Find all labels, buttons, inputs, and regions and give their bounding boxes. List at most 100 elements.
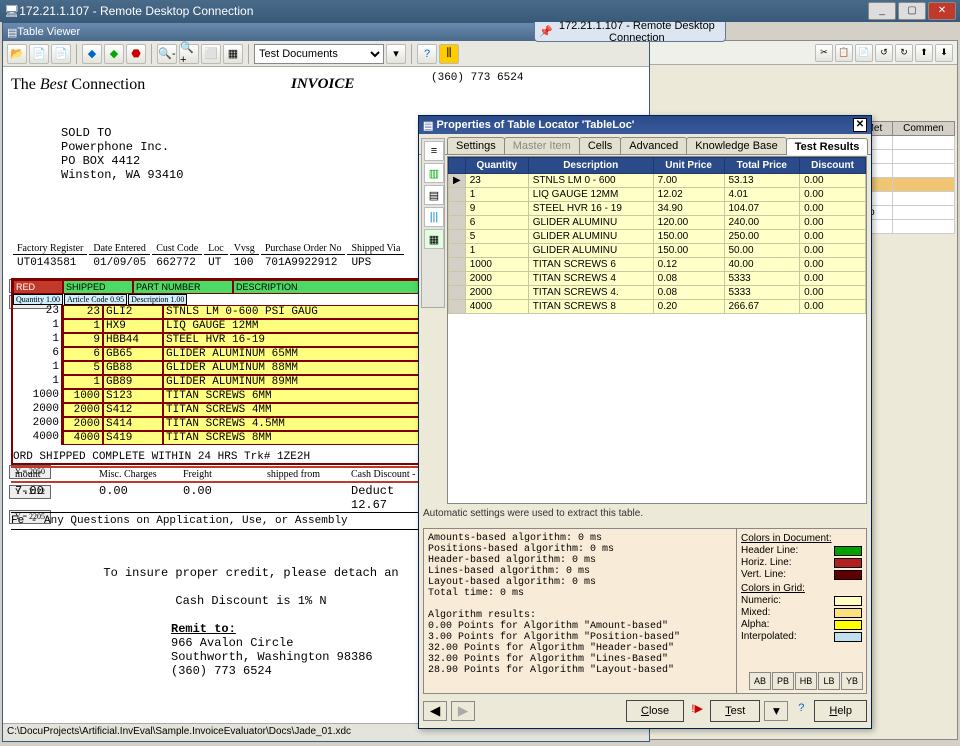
result-row[interactable]: 1000TITAN SCREWS 60.1240.000.00 xyxy=(449,258,866,272)
auto-settings-msg: Automatic settings were used to extract … xyxy=(423,508,867,526)
dialog-button-row: ◀ ▶ Close !▶ Test ▾ ? Help xyxy=(423,698,867,724)
open-icon[interactable]: 📂 xyxy=(7,44,27,64)
invoice-row: 40004000S419TITAN SCREWS 8MM xyxy=(13,431,429,445)
col-header[interactable]: Commen xyxy=(892,122,954,136)
table-viewer-toolbar: 📂 📄 📄 ◆ ◆ ⬣ 🔍- 🔍+ ⬜ ▦ Test Documents ▾ ?… xyxy=(3,41,649,67)
tab-knowledge-base[interactable]: Knowledge Base xyxy=(686,137,787,154)
result-row[interactable]: 1LIQ GAUGE 12MM12.024.010.00 xyxy=(449,188,866,202)
algo-mini-btn[interactable]: PB xyxy=(772,672,794,690)
prev-button[interactable]: ◀ xyxy=(423,701,447,721)
tool-icon[interactable]: ⬆ xyxy=(915,44,933,62)
tool-icon[interactable]: 📄 xyxy=(855,44,873,62)
properties-tabs: SettingsMaster ItemCellsAdvancedKnowledg… xyxy=(419,134,871,155)
minimize-button[interactable]: _ xyxy=(868,2,896,20)
result-row[interactable]: 2000TITAN SCREWS 4.0.0853330.00 xyxy=(449,286,866,300)
result-col[interactable]: Discount xyxy=(800,158,866,174)
field-header: Factory Register xyxy=(13,243,87,255)
vtool-icon[interactable]: ||| xyxy=(424,207,444,227)
vtool-icon[interactable]: ≡ xyxy=(424,141,444,161)
tool-icon[interactable]: ✂ xyxy=(815,44,833,62)
top-phone: (360) 773 6524 xyxy=(431,72,523,84)
result-row[interactable]: ▶23STNLS LM 0 - 6007.0053.130.00 xyxy=(449,174,866,188)
legend-row: Vert. Line: xyxy=(741,569,862,580)
field-value: UPS xyxy=(347,257,404,269)
field-header: Cust Code xyxy=(152,243,202,255)
outer-title: 172.21.1.107 - Remote Desktop Connection xyxy=(19,4,253,18)
table-viewer-title: Table Viewer xyxy=(17,26,80,38)
results-table: QuantityDescriptionUnit PriceTotal Price… xyxy=(448,157,866,314)
result-col[interactable]: Unit Price xyxy=(653,158,724,174)
legend-row: Header Line: xyxy=(741,545,862,556)
result-row[interactable]: 5GLIDER ALUMINU150.00250.000.00 xyxy=(449,230,866,244)
stop-icon[interactable]: ⬣ xyxy=(126,44,146,64)
help-button[interactable]: Help xyxy=(814,700,867,722)
dialog-close-button[interactable]: ✕ xyxy=(853,118,867,132)
field-header: Date Entered xyxy=(89,243,150,255)
test-dropdown[interactable]: ▾ xyxy=(764,701,788,721)
close-button[interactable]: Close xyxy=(626,700,684,722)
invoice-row: 10001000S123TITAN SCREWS 6MM xyxy=(13,389,429,403)
algo-mini-btn[interactable]: YB xyxy=(841,672,863,690)
help-icon[interactable]: ? xyxy=(417,44,437,64)
bars-icon[interactable]: ⫼ xyxy=(439,44,459,64)
result-row[interactable]: 1GLIDER ALUMINU150.0050.000.00 xyxy=(449,244,866,258)
result-row[interactable]: 2000TITAN SCREWS 40.0853330.00 xyxy=(449,272,866,286)
doc-icon[interactable]: 📄 xyxy=(51,44,71,64)
tool-icon[interactable]: 📋 xyxy=(835,44,853,62)
color-icon[interactable]: ◆ xyxy=(104,44,124,64)
close-button[interactable]: ✕ xyxy=(928,2,956,20)
properties-title: Properties of Table Locator 'TableLoc' xyxy=(436,119,634,131)
results-table-wrap[interactable]: QuantityDescriptionUnit PriceTotal Price… xyxy=(447,156,867,504)
vtool-icon[interactable]: ▥ xyxy=(424,163,444,183)
zoom-in-icon[interactable]: 🔍+ xyxy=(179,44,199,64)
pin-icon[interactable]: 📌 xyxy=(539,25,553,38)
tab-master-item[interactable]: Master Item xyxy=(504,137,580,154)
rdp-connection-bar[interactable]: 📌 172.21.1.107 - Remote Desktop Connecti… xyxy=(534,22,726,42)
invoice-header: INVOICE xyxy=(291,76,354,93)
field-header: Shipped Via xyxy=(347,243,404,255)
vtool-icon[interactable]: ▦ xyxy=(424,229,444,249)
dropdown-btn[interactable]: ▾ xyxy=(386,44,406,64)
tab-cells[interactable]: Cells xyxy=(579,137,621,154)
tool-icon[interactable]: ⬇ xyxy=(935,44,953,62)
algo-mini-btn[interactable]: AB xyxy=(749,672,771,690)
tool-icon[interactable]: ↺ xyxy=(875,44,893,62)
help-icon: ? xyxy=(792,702,810,720)
result-row[interactable]: 4000TITAN SCREWS 80.20266.670.00 xyxy=(449,300,866,314)
legend-row: Numeric: xyxy=(741,595,862,606)
algo-mini-btn[interactable]: HB xyxy=(795,672,817,690)
rdp-icon: 🖥 xyxy=(4,4,19,18)
grid-icon[interactable]: ▦ xyxy=(223,44,243,64)
result-row[interactable]: 6GLIDER ALUMINU120.00240.000.00 xyxy=(449,216,866,230)
invoice-grid: RED SHIPPED PART NUMBER DESCRIPTION Quan… xyxy=(11,278,431,465)
result-col[interactable]: Quantity xyxy=(465,158,528,174)
tool-icon[interactable]: ↻ xyxy=(895,44,913,62)
zoom-out-icon[interactable]: 🔍- xyxy=(157,44,177,64)
result-col[interactable]: Total Price xyxy=(724,158,800,174)
test-button[interactable]: Test xyxy=(710,700,760,722)
tab-test-results[interactable]: Test Results xyxy=(786,138,869,155)
fit-icon[interactable]: ⬜ xyxy=(201,44,221,64)
properties-titlebar[interactable]: ▤ Properties of Table Locator 'TableLoc'… xyxy=(419,116,871,134)
field-value: 100 xyxy=(230,257,259,269)
algo-mini-btn[interactable]: LB xyxy=(818,672,840,690)
color-icon[interactable]: ◆ xyxy=(82,44,102,64)
outer-titlebar: 🖥 172.21.1.107 - Remote Desktop Connecti… xyxy=(0,0,960,22)
result-row[interactable]: 9STEEL HVR 16 - 1934.90104.070.00 xyxy=(449,202,866,216)
invoice-row: 20002000S412TITAN SCREWS 4MM xyxy=(13,403,429,417)
badge: Article Code 0.95 xyxy=(64,294,127,305)
document-select[interactable]: Test Documents xyxy=(254,44,384,64)
maximize-button[interactable]: ▢ xyxy=(898,2,926,20)
legend-row: Alpha: xyxy=(741,619,862,630)
tab-advanced[interactable]: Advanced xyxy=(620,137,687,154)
next-button[interactable]: ▶ xyxy=(451,701,475,721)
vtool-icon[interactable]: ▤ xyxy=(424,185,444,205)
invoice-row: 15GB88GLIDER ALUMINUM 88MM xyxy=(13,361,429,375)
tab-settings[interactable]: Settings xyxy=(447,137,505,154)
ship-note: ORD SHIPPED COMPLETE WITHIN 24 HRS Trk# … xyxy=(13,451,429,463)
result-col[interactable]: Description xyxy=(528,158,653,174)
sold-to-block: SOLD TO Powerphone Inc. PO BOX 4412 Wins… xyxy=(61,126,183,182)
field-value: 701A9922912 xyxy=(261,257,346,269)
right-toolbar: ✂ 📋 📄 ↺ ↻ ⬆ ⬇ xyxy=(649,41,957,65)
doc-icon[interactable]: 📄 xyxy=(29,44,49,64)
